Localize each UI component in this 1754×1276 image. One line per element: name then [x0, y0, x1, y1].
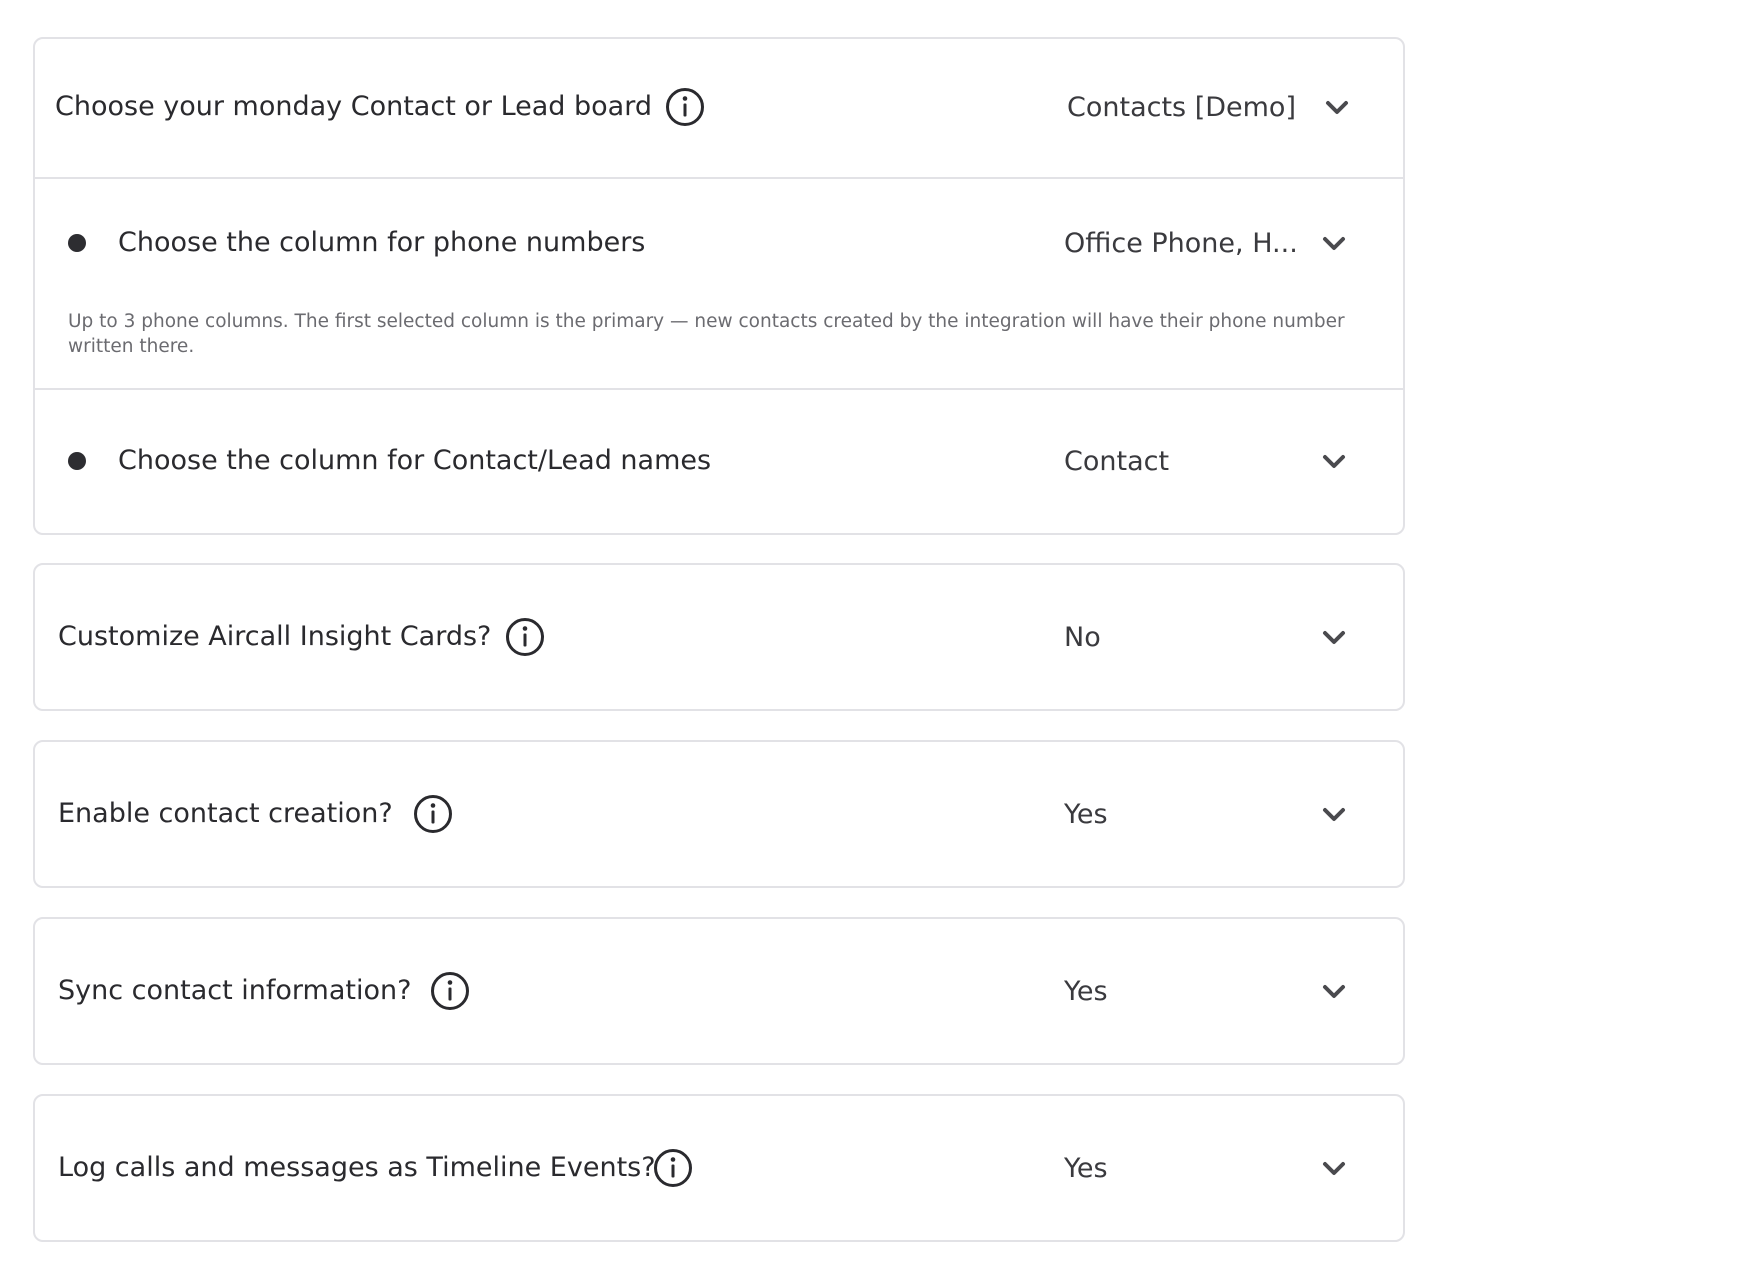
contact-creation-card: Enable contact creation? Yes: [33, 740, 1405, 888]
timeline-events-select[interactable]: Yes: [1064, 1147, 1384, 1191]
timeline-events-label: Log calls and messages as Timeline Event…: [58, 1152, 656, 1183]
insight-cards-select[interactable]: No: [1064, 616, 1384, 660]
board-select[interactable]: Contacts [Demo]: [1067, 86, 1387, 130]
phone-column-select[interactable]: Office Phone, H...: [1064, 222, 1384, 266]
phone-column-label: Choose the column for phone numbers: [118, 227, 646, 258]
chevron-down-icon: [1322, 1159, 1346, 1179]
bullet-icon: [68, 234, 86, 252]
info-icon[interactable]: [665, 87, 705, 127]
chevron-down-icon: [1322, 805, 1346, 825]
chevron-down-icon: [1325, 98, 1349, 118]
bullet-icon: [68, 452, 86, 470]
timeline-events-card: Log calls and messages as Timeline Event…: [33, 1094, 1405, 1242]
name-column-label: Choose the column for Contact/Lead names: [118, 445, 712, 476]
phone-column-row: Choose the column for phone numbers Offi…: [35, 177, 1403, 388]
contact-creation-label: Enable contact creation?: [58, 798, 393, 829]
name-column-select-value: Contact: [1064, 446, 1170, 477]
sync-contact-card: Sync contact information? Yes: [33, 917, 1405, 1065]
name-column-row: Choose the column for Contact/Lead names…: [35, 388, 1403, 533]
info-icon[interactable]: [430, 971, 470, 1011]
name-column-select[interactable]: Contact: [1064, 440, 1384, 484]
info-icon[interactable]: [505, 617, 545, 657]
insight-cards-label: Customize Aircall Insight Cards?: [58, 621, 492, 652]
board-row: Choose your monday Contact or Lead board…: [35, 39, 1403, 177]
sync-contact-select-value: Yes: [1064, 976, 1108, 1007]
chevron-down-icon: [1322, 452, 1346, 472]
insight-cards-select-value: No: [1064, 622, 1101, 653]
board-settings-card: Choose your monday Contact or Lead board…: [33, 37, 1405, 535]
insight-cards-card: Customize Aircall Insight Cards? No: [33, 563, 1405, 711]
phone-column-select-value: Office Phone, H...: [1064, 228, 1298, 259]
phone-column-helper-text: Up to 3 phone columns. The first selecte…: [68, 311, 1345, 357]
chevron-down-icon: [1322, 628, 1346, 648]
contact-creation-select-value: Yes: [1064, 799, 1108, 830]
board-label: Choose your monday Contact or Lead board: [55, 91, 652, 122]
info-icon[interactable]: [653, 1148, 693, 1188]
chevron-down-icon: [1322, 234, 1346, 254]
chevron-down-icon: [1322, 982, 1346, 1002]
timeline-events-select-value: Yes: [1064, 1153, 1108, 1184]
sync-contact-select[interactable]: Yes: [1064, 970, 1384, 1014]
info-icon[interactable]: [413, 794, 453, 834]
contact-creation-select[interactable]: Yes: [1064, 793, 1384, 837]
board-select-value: Contacts [Demo]: [1067, 92, 1296, 123]
sync-contact-label: Sync contact information?: [58, 975, 412, 1006]
